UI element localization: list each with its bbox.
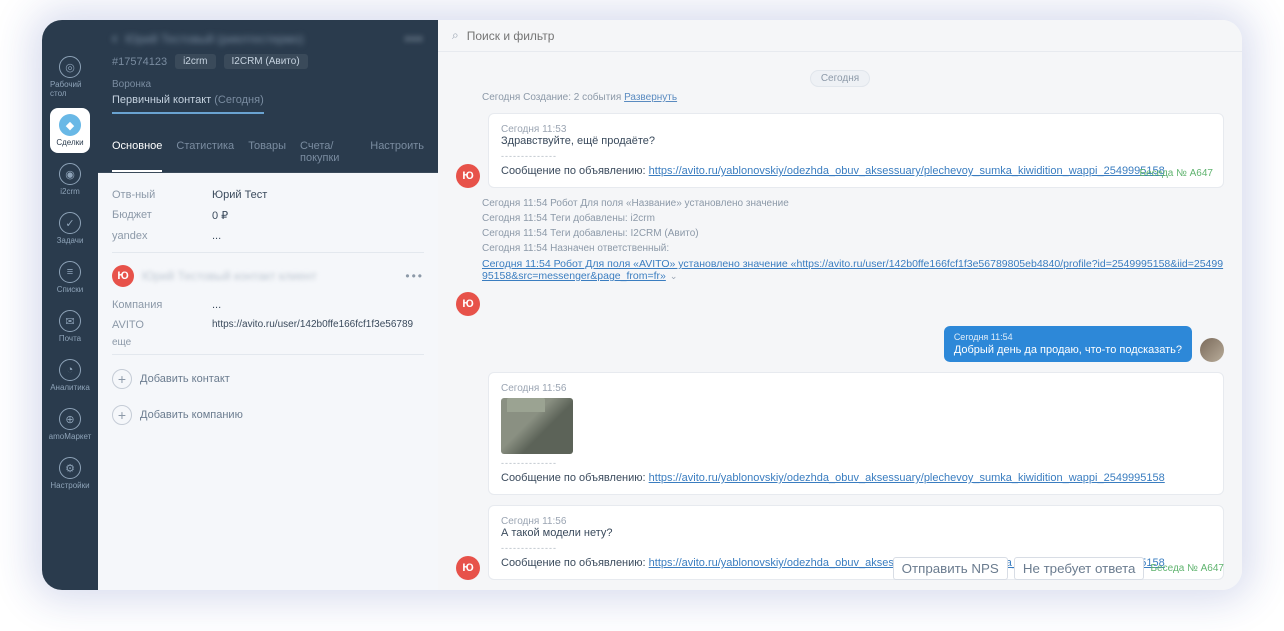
deal-more-menu[interactable]: ••• bbox=[405, 32, 424, 46]
amomarket-icon: ⊕ bbox=[59, 408, 81, 430]
tag-i2crm[interactable]: i2crm bbox=[175, 54, 215, 69]
message-time: Сегодня 11:56 bbox=[501, 383, 1211, 394]
field-company: Компания... bbox=[112, 295, 424, 315]
deal-title: Юрий Тестовый (риелтестермо) bbox=[125, 32, 303, 46]
day-separator: Сегодня bbox=[456, 68, 1224, 86]
sender-avatar: Ю bbox=[456, 164, 480, 188]
deals-icon: ◆ bbox=[59, 114, 81, 136]
nav-lists[interactable]: ≡Списки bbox=[50, 255, 90, 300]
send-nps-button[interactable]: Отправить NPS bbox=[893, 557, 1008, 580]
settings-icon: ⚙ bbox=[59, 457, 81, 479]
more-fields-toggle[interactable]: еще bbox=[112, 337, 424, 348]
sender-avatar: Ю bbox=[456, 292, 480, 316]
tab-invoices[interactable]: Счета/покупки bbox=[300, 132, 356, 172]
search-input[interactable] bbox=[467, 29, 1228, 43]
desktop-icon: ◎ bbox=[59, 56, 81, 78]
reply-time: Сегодня 11:54 bbox=[954, 332, 1182, 342]
sender-avatar: Ю bbox=[456, 556, 480, 580]
ad-link[interactable]: https://avito.ru/yablonovskiy/odezhda_ob… bbox=[649, 472, 1165, 484]
tab-stats[interactable]: Статистика bbox=[176, 132, 234, 172]
field-responsible: Отв-ныйЮрий Тест bbox=[112, 185, 424, 205]
conversation-id-footer: Беседа № А647 bbox=[1150, 563, 1224, 574]
plus-icon: + bbox=[112, 405, 132, 425]
message-time: Сегодня 11:56 bbox=[501, 516, 1211, 527]
message-card: Сегодня 11:56 -------------- Сообщение п… bbox=[488, 372, 1224, 495]
nav-amomarket[interactable]: ⊕amoМаркет bbox=[50, 402, 90, 447]
tab-configure[interactable]: Настроить bbox=[370, 132, 424, 172]
nav-analytics[interactable]: ◔Аналитика bbox=[50, 353, 90, 398]
nav-mail[interactable]: ✉Почта bbox=[50, 304, 90, 349]
nav-tasks[interactable]: ✓Задачи bbox=[50, 206, 90, 251]
outgoing-message: Сегодня 11:54 Добрый день да продаю, что… bbox=[456, 326, 1224, 362]
robot-log-line: Сегодня 11:54 Робот Для поля «Название» … bbox=[482, 198, 1224, 209]
lists-icon: ≡ bbox=[59, 261, 81, 283]
back-button[interactable]: ‹ bbox=[112, 30, 117, 48]
contact-name-blurred: Юрий Тестовый контакт клиент bbox=[142, 269, 317, 283]
incoming-message-1: Ю Сегодня 11:53 Здравствуйте, ещё продаё… bbox=[456, 113, 1224, 188]
tab-products[interactable]: Товары bbox=[248, 132, 286, 172]
search-icon: ⌕ bbox=[452, 28, 459, 43]
plus-icon: + bbox=[112, 369, 132, 389]
left-navbar: ◎Рабочий стол ◆Сделки ◉i2crm ✓Задачи ≡Сп… bbox=[42, 20, 98, 590]
robot-log-line: Сегодня 11:54 Теги добавлены: i2crm bbox=[482, 213, 1224, 224]
deal-stage[interactable]: Первичный контакт (Сегодня) bbox=[112, 94, 264, 114]
conversation-id: Беседа № А647 bbox=[1139, 168, 1213, 179]
message-card: Сегодня 11:53 Здравствуйте, ещё продаёте… bbox=[488, 113, 1224, 188]
contact-card[interactable]: Ю Юрий Тестовый контакт клиент ••• bbox=[112, 265, 424, 287]
reply-text: Добрый день да продаю, что-то подсказать… bbox=[954, 344, 1182, 356]
chevron-down-icon[interactable]: ⌄ bbox=[670, 271, 678, 281]
add-contact-button[interactable]: +Добавить контакт bbox=[112, 361, 424, 397]
message-time: Сегодня 11:53 bbox=[501, 124, 1211, 135]
my-avatar bbox=[1200, 338, 1224, 362]
feed-scroll[interactable]: Сегодня Сегодня Создание: 2 события Разв… bbox=[438, 52, 1242, 590]
app-window: ◎Рабочий стол ◆Сделки ◉i2crm ✓Задачи ≡Сп… bbox=[42, 20, 1242, 590]
add-company-button[interactable]: +Добавить компанию bbox=[112, 397, 424, 433]
nav-deals[interactable]: ◆Сделки bbox=[50, 108, 90, 153]
field-budget: Бюджет0 ₽ bbox=[112, 205, 424, 226]
deal-panel: ‹ Юрий Тестовый (риелтестермо) ••• #1757… bbox=[98, 20, 438, 590]
sender-row: Ю bbox=[456, 292, 1224, 316]
message-text: А такой модели нету? bbox=[501, 527, 1211, 539]
field-avito: AVITOhttps://avito.ru/user/142b0ffe166fc… bbox=[112, 315, 424, 335]
robot-log-line: Сегодня 11:54 Теги добавлены: I2CRM (Ави… bbox=[482, 228, 1224, 239]
deal-header: ‹ Юрий Тестовый (риелтестермо) ••• #1757… bbox=[98, 20, 438, 124]
analytics-icon: ◔ bbox=[59, 359, 81, 381]
incoming-message-2: Сегодня 11:56 -------------- Сообщение п… bbox=[456, 372, 1224, 495]
deal-body: Отв-ныйЮрий Тест Бюджет0 ₽ yandex... Ю Ю… bbox=[98, 173, 438, 590]
ad-line: Сообщение по объявлению: https://avito.r… bbox=[501, 472, 1211, 484]
deal-id: #17574123 bbox=[112, 56, 167, 68]
contact-avatar: Ю bbox=[112, 265, 134, 287]
attachment-image[interactable] bbox=[501, 398, 573, 454]
ad-link[interactable]: https://avito.ru/yablonovskiy/odezhda_ob… bbox=[649, 165, 1165, 177]
nav-settings[interactable]: ⚙Настройки bbox=[50, 451, 90, 496]
nav-i2crm[interactable]: ◉i2crm bbox=[50, 157, 90, 202]
deal-tabs: Основное Статистика Товары Счета/покупки… bbox=[98, 132, 438, 173]
feed-footer-actions: Отправить NPS Не требует ответа Беседа №… bbox=[893, 557, 1224, 580]
tasks-icon: ✓ bbox=[59, 212, 81, 234]
tag-i2crm-avito[interactable]: I2CRM (Авито) bbox=[224, 54, 308, 69]
ad-line: Сообщение по объявлению: https://avito.r… bbox=[501, 165, 1211, 177]
mail-icon: ✉ bbox=[59, 310, 81, 332]
field-yandex: yandex... bbox=[112, 226, 424, 246]
feed-panel: ⌕ Сегодня Сегодня Создание: 2 события Ра… bbox=[438, 20, 1242, 590]
expand-link[interactable]: Развернуть bbox=[624, 92, 677, 103]
tab-main[interactable]: Основное bbox=[112, 132, 162, 172]
i2crm-icon: ◉ bbox=[59, 163, 81, 185]
robot-log-line: Сегодня 11:54 Назначен ответственный: bbox=[482, 243, 1224, 254]
search-bar: ⌕ bbox=[438, 20, 1242, 52]
creation-events-line: Сегодня Создание: 2 события Развернуть bbox=[482, 92, 1224, 103]
nav-desktop[interactable]: ◎Рабочий стол bbox=[50, 50, 90, 104]
no-reply-button[interactable]: Не требует ответа bbox=[1014, 557, 1145, 580]
reply-bubble: Сегодня 11:54 Добрый день да продаю, что… bbox=[944, 326, 1192, 362]
robot-log-line: Сегодня 11:54 Робот Для поля «AVITO» уст… bbox=[482, 258, 1224, 282]
contact-more-menu[interactable]: ••• bbox=[405, 269, 424, 283]
message-text: Здравствуйте, ещё продаёте? bbox=[501, 135, 1211, 147]
funnel-label: Воронка bbox=[112, 79, 424, 90]
